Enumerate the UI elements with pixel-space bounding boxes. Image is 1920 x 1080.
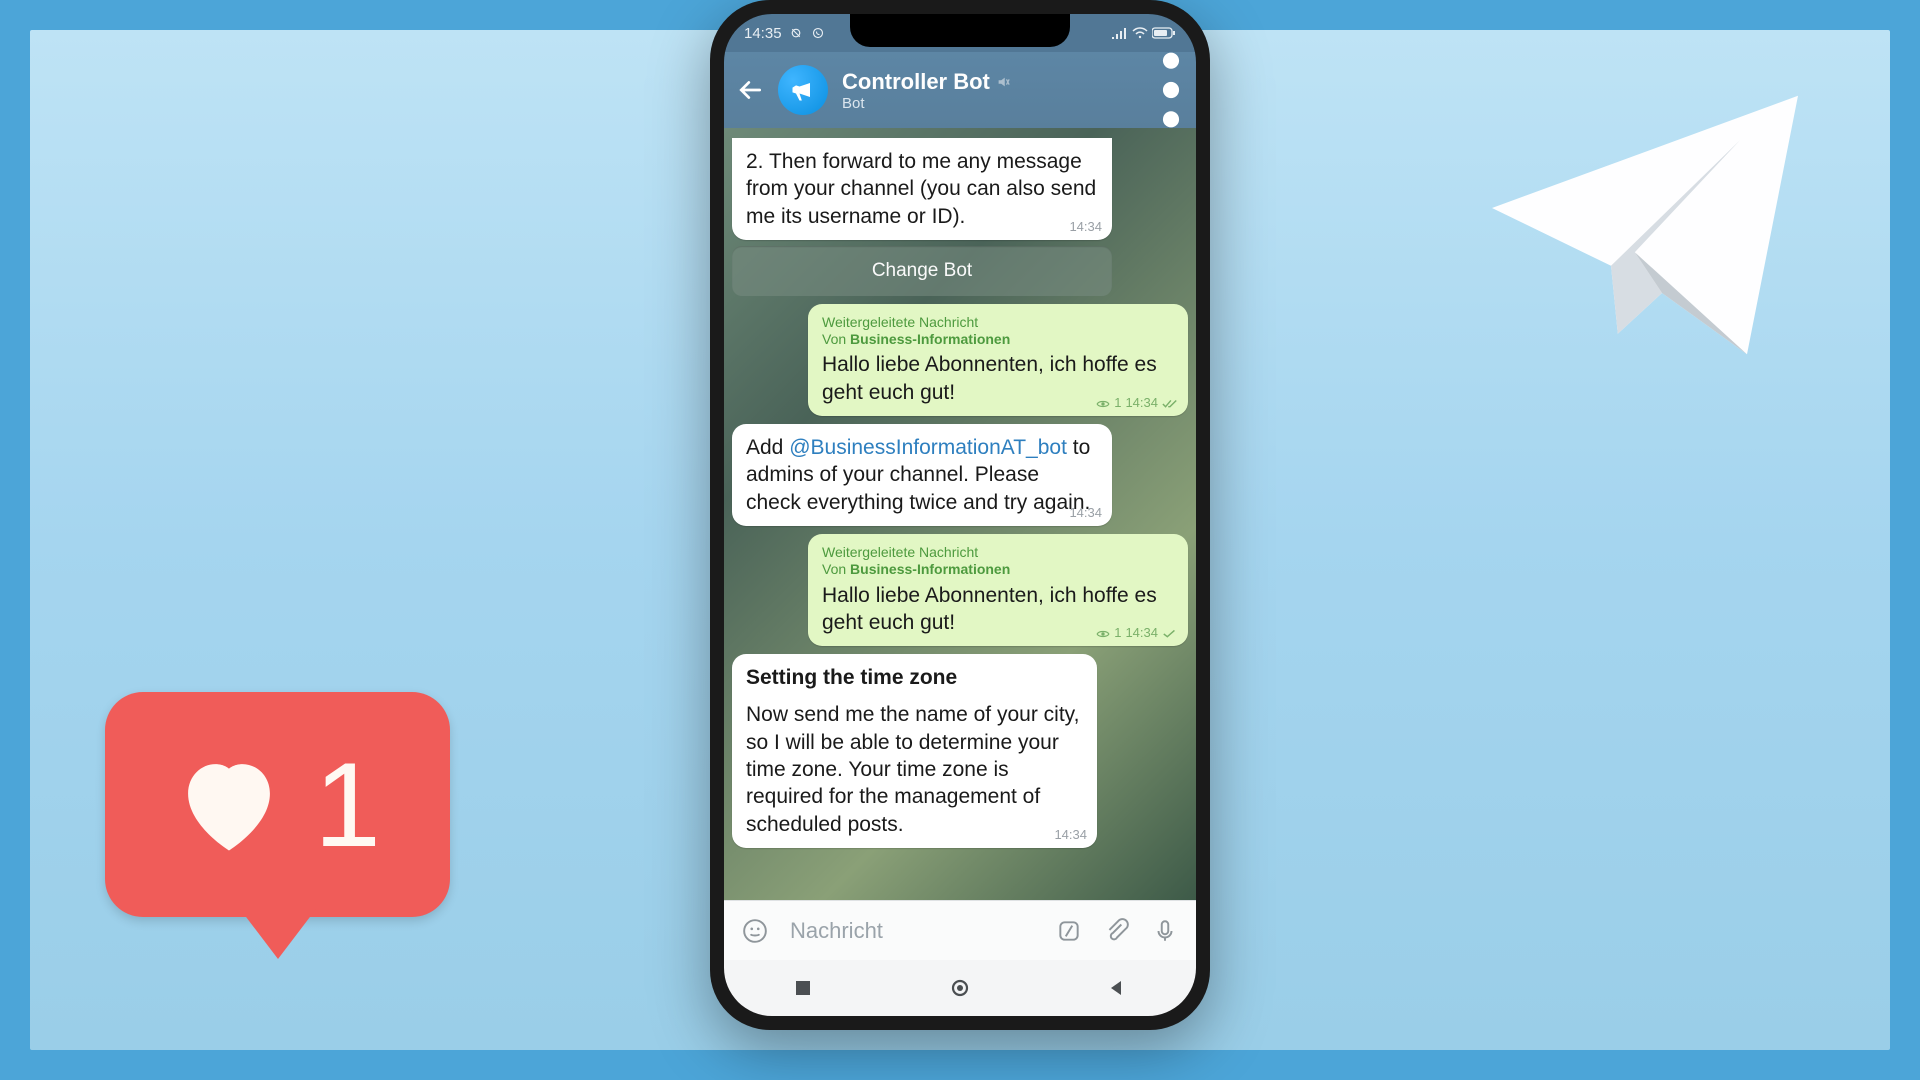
- muted-icon: [996, 75, 1010, 89]
- message-text: 2. Then forward to me any message from y…: [746, 150, 1096, 228]
- alarm-off-icon: [788, 27, 804, 39]
- phone-notch: [850, 14, 1070, 47]
- command-icon[interactable]: [1056, 918, 1082, 944]
- megaphone-icon: [789, 76, 817, 104]
- message-incoming[interactable]: Add @BusinessInformationAT_bot to admins…: [732, 424, 1112, 526]
- message-time: 14:34: [1054, 827, 1087, 844]
- bot-avatar[interactable]: [778, 65, 828, 115]
- message-outgoing[interactable]: Weitergeleitete Nachricht Von Business-I…: [808, 534, 1188, 646]
- back-icon[interactable]: [738, 77, 764, 103]
- like-count: 1: [314, 736, 381, 874]
- like-bubble: 1: [105, 692, 450, 917]
- forwarded-header: Weitergeleitete Nachricht Von Business-I…: [822, 314, 1174, 348]
- views-icon: [1096, 399, 1110, 409]
- forwarded-from: Business-Informationen: [850, 331, 1010, 347]
- phone-frame: 14:35 Controller Bot Bot: [710, 0, 1210, 1030]
- message-incoming[interactable]: Setting the time zone Now send me the na…: [732, 654, 1097, 848]
- signal-icon: [1112, 27, 1128, 39]
- nav-home-icon[interactable]: [950, 978, 970, 998]
- whatsapp-icon: [810, 27, 826, 39]
- nav-back-icon[interactable]: [1107, 978, 1127, 998]
- emoji-icon[interactable]: [742, 918, 768, 944]
- forwarded-label: Weitergeleitete Nachricht: [822, 544, 1174, 561]
- message-text: Now send me the name of your city, so I …: [746, 703, 1079, 835]
- chat-title: Controller Bot: [842, 69, 990, 95]
- attach-icon[interactable]: [1104, 918, 1130, 944]
- views-icon: [1096, 629, 1110, 639]
- bot-mention[interactable]: @BusinessInformationAT_bot: [789, 436, 1067, 459]
- chat-area[interactable]: 2. Then forward to me any message from y…: [724, 128, 1196, 900]
- telegram-logo-icon: [1465, 55, 1825, 395]
- message-input[interactable]: Nachricht: [790, 918, 1034, 944]
- forwarded-header: Weitergeleitete Nachricht Von Business-I…: [822, 544, 1174, 578]
- chat-title-block[interactable]: Controller Bot Bot: [842, 69, 1010, 112]
- message-incoming[interactable]: 2. Then forward to me any message from y…: [732, 138, 1112, 296]
- android-nav-bar: [724, 960, 1196, 1016]
- chat-subtitle: Bot: [842, 95, 1010, 112]
- status-time: 14:35: [744, 25, 782, 42]
- message-input-bar: Nachricht: [724, 900, 1196, 960]
- phone-screen: 14:35 Controller Bot Bot: [724, 14, 1196, 1016]
- more-icon[interactable]: [1160, 46, 1182, 134]
- change-bot-button[interactable]: Change Bot: [732, 246, 1112, 296]
- mic-icon[interactable]: [1152, 918, 1178, 944]
- sent-check-icon: [1162, 629, 1178, 639]
- message-meta: 1 14:34: [1096, 395, 1178, 412]
- message-meta: 1 14:34: [1096, 625, 1178, 642]
- read-checks-icon: [1162, 399, 1178, 409]
- message-time: 14:34: [1069, 219, 1102, 236]
- message-heading: Setting the time zone: [746, 664, 1083, 691]
- forwarded-from: Business-Informationen: [850, 561, 1010, 577]
- nav-recent-icon[interactable]: [793, 978, 813, 998]
- message-time: 14:34: [1069, 505, 1102, 522]
- message-text: Add @BusinessInformationAT_bot to admins…: [746, 436, 1090, 514]
- battery-icon: [1152, 27, 1176, 39]
- forwarded-label: Weitergeleitete Nachricht: [822, 314, 1174, 331]
- wifi-icon: [1132, 27, 1148, 39]
- message-outgoing[interactable]: Weitergeleitete Nachricht Von Business-I…: [808, 304, 1188, 416]
- chat-header: Controller Bot Bot: [724, 52, 1196, 128]
- heart-icon: [174, 755, 284, 855]
